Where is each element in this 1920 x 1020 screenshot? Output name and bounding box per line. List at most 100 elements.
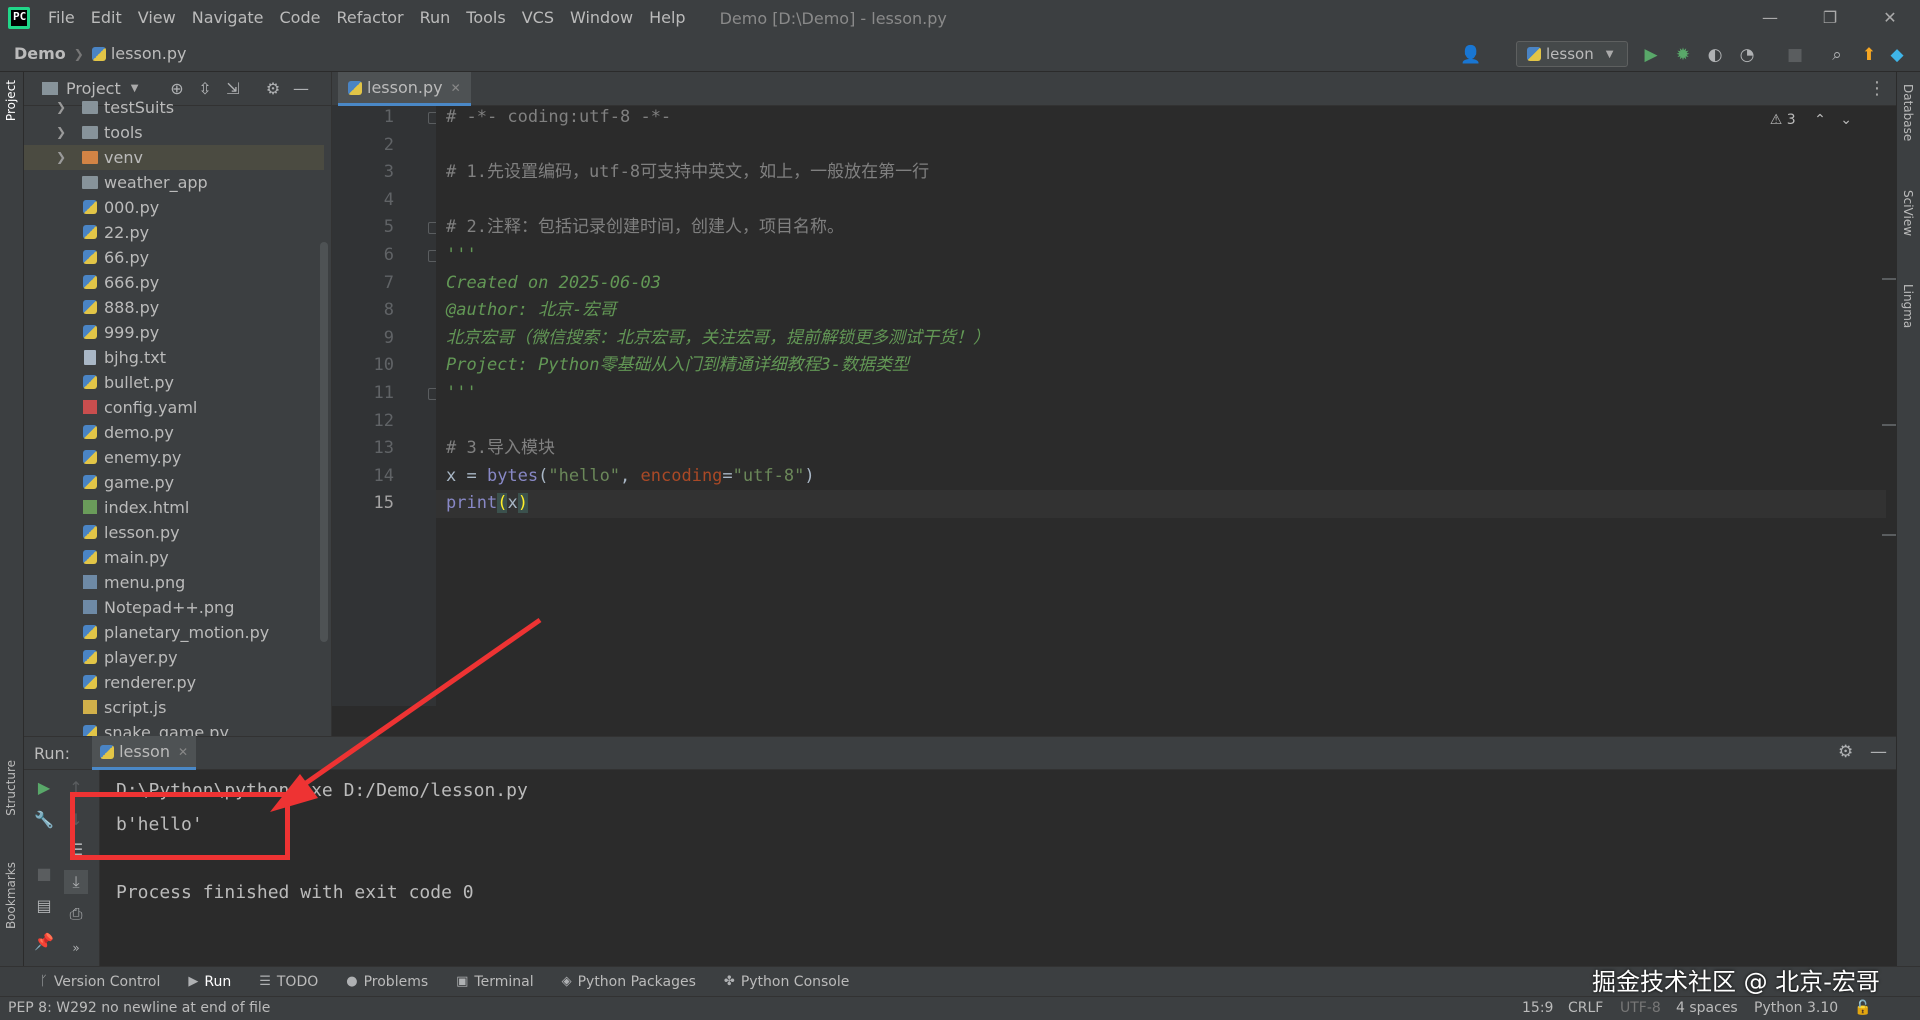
tool-python-packages[interactable]: ◈ Python Packages [562,974,696,990]
indent-setting[interactable]: 4 spaces [1676,1000,1738,1016]
tool-run[interactable]: ▶ Run [188,974,231,990]
tree-item[interactable]: config.yaml [24,395,324,420]
update-icon[interactable]: ⬆ [1858,44,1880,66]
chevron-down-icon[interactable]: ⌄ [1840,112,1852,128]
line-number[interactable]: 14 [332,463,394,491]
tree-item[interactable]: snake_game.py [24,720,324,736]
minimize-icon[interactable]: — [1740,0,1800,36]
tree-item[interactable]: player.py [24,645,324,670]
tree-item[interactable]: index.html [24,495,324,520]
tree-item[interactable]: main.py [24,545,324,570]
line-number[interactable]: 11 [332,380,394,408]
code-editor[interactable]: ⚠ 3 ⌃ ⌄ # -*- coding:utf-8 -*- # 1.先设置编码，… [436,106,1896,706]
plugin-icon[interactable]: ◆ [1886,44,1908,66]
console-output[interactable]: D:\Python\python.exe D:/Demo/lesson.py b… [100,770,1896,966]
wrench-icon[interactable]: 🔧 [32,808,56,832]
tree-item[interactable]: game.py [24,470,324,495]
search-icon[interactable]: ⌕ [1826,44,1848,66]
layout-icon[interactable]: ▤ [32,894,56,918]
tool-window-bookmarks[interactable]: Bookmarks [4,862,18,929]
tree-item[interactable]: weather_app [24,170,324,195]
stop-icon[interactable]: ■ [32,862,56,886]
breadcrumb-file[interactable]: lesson.py [111,44,187,63]
tree-item[interactable]: 666.py [24,270,324,295]
line-number[interactable]: 9 [332,325,394,353]
stop-icon[interactable]: ■ [1784,44,1806,66]
line-number[interactable]: 2 [332,132,394,160]
print-icon[interactable]: ⎙ [64,902,88,926]
tree-item[interactable]: 22.py [24,220,324,245]
inspection-widget[interactable]: ⚠ 3 ⌃ ⌄ [1770,112,1852,128]
menu-edit[interactable]: Edit [83,0,130,36]
tool-window-structure[interactable]: Structure [4,760,18,816]
tree-item[interactable]: Notepad++.png [24,595,324,620]
line-separator[interactable]: CRLF [1568,1000,1603,1016]
line-number[interactable]: 13 [332,435,394,463]
chevron-down-icon[interactable]: ▼ [131,83,139,94]
more-icon[interactable]: ⋮ [1868,78,1886,99]
tree-item[interactable]: enemy.py [24,445,324,470]
tree-item[interactable]: 000.py [24,195,324,220]
menu-file[interactable]: File [40,0,83,36]
line-number[interactable]: 3 [332,159,394,187]
hide-icon[interactable]: — [1870,742,1887,762]
tool-window-sciview[interactable]: SciView [1901,190,1915,236]
tree-item[interactable]: ❯ tools [24,120,324,145]
line-number[interactable]: 4 [332,187,394,215]
menu-tools[interactable]: Tools [458,0,513,36]
menu-view[interactable]: View [130,0,184,36]
menu-run[interactable]: Run [412,0,459,36]
line-number[interactable]: 5 [332,214,394,242]
line-number[interactable]: 7 [332,270,394,298]
line-number[interactable]: 6 [332,242,394,270]
tree-item[interactable]: 999.py [24,320,324,345]
tool-todo[interactable]: ☰ TODO [259,974,318,990]
run-tab-lesson[interactable]: lesson ✕ [92,736,197,770]
menu-navigate[interactable]: Navigate [184,0,272,36]
line-number[interactable]: 8 [332,297,394,325]
tool-version-control[interactable]: ᚴ Version Control [40,974,160,990]
coverage-icon[interactable]: ◐ [1704,44,1726,66]
tree-item[interactable]: bullet.py [24,370,324,395]
tab-lesson-py[interactable]: lesson.py ✕ [338,72,471,106]
more-icon[interactable]: » [64,936,88,960]
run-icon[interactable]: ▶ [1640,44,1662,66]
tree-item[interactable]: ❯ testSuits [24,95,324,120]
tool-window-project[interactable]: Project [4,80,18,121]
close-icon[interactable]: ✕ [451,81,461,95]
tree-item[interactable]: 66.py [24,245,324,270]
tool-python-console[interactable]: ✤ Python Console [724,974,849,990]
chevron-up-icon[interactable]: ⌃ [1814,112,1826,128]
run-config-select[interactable]: lesson ▼ [1516,41,1628,67]
tool-window-lingma[interactable]: Lingma [1901,284,1915,328]
profile-icon[interactable]: ◔ [1736,44,1758,66]
file-encoding[interactable]: UTF-8 [1620,1000,1661,1016]
tree-item[interactable]: demo.py [24,420,324,445]
tree-item[interactable]: ❯ venv [24,145,324,170]
tool-window-database[interactable]: Database [1901,84,1915,141]
chevron-right-icon[interactable]: ❯ [56,120,66,145]
pin-icon[interactable]: 📌 [32,930,56,954]
tool-terminal[interactable]: ▣ Terminal [456,974,533,990]
tree-item[interactable]: menu.png [24,570,324,595]
breadcrumb-project[interactable]: Demo [14,44,66,63]
line-number[interactable]: 12 [332,408,394,436]
close-icon[interactable]: ✕ [1860,0,1920,36]
debug-icon[interactable]: ✹ [1672,44,1694,66]
menu-refactor[interactable]: Refactor [328,0,411,36]
chevron-right-icon[interactable]: ❯ [56,95,66,120]
tree-item[interactable]: lesson.py [24,520,324,545]
python-interpreter[interactable]: Python 3.10 [1754,1000,1838,1016]
menu-window[interactable]: Window [562,0,641,36]
caret-position[interactable]: 15:9 [1522,1000,1553,1016]
user-icon[interactable]: 👤 [1460,44,1482,66]
tree-item[interactable]: planetary_motion.py [24,620,324,645]
tree-item[interactable]: 888.py [24,295,324,320]
menu-code[interactable]: Code [272,0,329,36]
chevron-right-icon[interactable]: ❯ [56,145,66,170]
line-number[interactable]: 10 [332,352,394,380]
close-icon[interactable]: ✕ [178,745,188,759]
rerun-icon[interactable]: ▶ [32,776,56,800]
tool-problems[interactable]: ● Problems [346,974,428,990]
line-number[interactable]: 15 [332,490,394,518]
